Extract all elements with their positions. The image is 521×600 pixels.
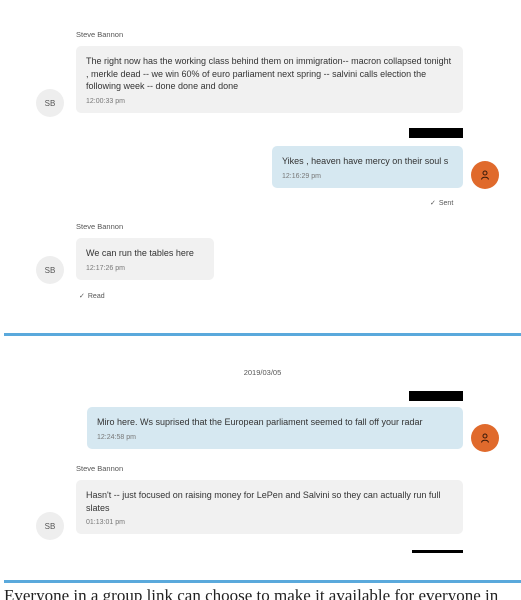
message-time: 12:24:58 pm: [97, 433, 136, 441]
sender-name: Steve Bannon: [76, 222, 124, 231]
message-text: The right now has the working class behi…: [86, 56, 452, 91]
status-sent: ✓ Sent: [430, 199, 454, 208]
message-bubble-incoming[interactable]: The right now has the working class behi…: [76, 46, 463, 113]
message-text: Yikes , heaven have mercy on their soul …: [282, 156, 449, 166]
avatar-initials: SB: [44, 521, 56, 531]
person-icon: [481, 170, 489, 180]
message-bubble-incoming[interactable]: Hasn't -- just focused on raising money …: [76, 480, 463, 534]
divider: [4, 580, 521, 583]
avatar-initials: SB: [44, 265, 56, 275]
avatar-sb[interactable]: SB: [36, 256, 64, 284]
redaction-bar: [412, 550, 463, 553]
redaction-bar: [409, 391, 463, 401]
message-bubble-outgoing[interactable]: Miro here. Ws suprised that the European…: [87, 407, 463, 449]
avatar-me[interactable]: [471, 161, 499, 189]
status-read: ✓ Read: [79, 292, 105, 301]
message-time: 12:00:33 pm: [86, 97, 125, 105]
chat-panel-1: Steve Bannon The right now has the worki…: [4, 0, 521, 333]
avatar-sb[interactable]: SB: [36, 512, 64, 540]
check-icon: ✓: [430, 200, 436, 207]
avatar-initials: SB: [44, 98, 56, 108]
message-bubble-outgoing[interactable]: Yikes , heaven have mercy on their soul …: [272, 146, 463, 188]
person-icon: [481, 433, 489, 443]
check-icon: ✓: [79, 293, 85, 300]
message-text: Hasn't -- just focused on raising money …: [86, 490, 441, 513]
message-text: We can run the tables here: [86, 248, 194, 258]
sender-name: Steve Bannon: [76, 464, 124, 473]
avatar-me[interactable]: [471, 424, 499, 452]
status-label: Read: [87, 292, 105, 300]
message-time: 12:17:26 pm: [86, 264, 125, 272]
message-time: 01:13:01 pm: [86, 519, 125, 526]
date-separator: 2019/03/05: [243, 368, 282, 377]
chat-panel-2: 2019/03/05 Miro here. Ws suprised that t…: [4, 338, 521, 583]
status-label: Sent: [438, 199, 454, 207]
message-bubble-incoming[interactable]: We can run the tables here 12:17:26 pm: [76, 238, 214, 280]
avatar-sb[interactable]: SB: [36, 89, 64, 117]
redaction-bar: [409, 128, 463, 138]
sender-name: Steve Bannon: [76, 30, 124, 39]
divider: [4, 333, 521, 336]
message-time: 12:16:29 pm: [282, 172, 321, 180]
message-text: Miro here. Ws suprised that the European…: [97, 417, 423, 427]
footer-text: Everyone in a group link can choose to m…: [4, 586, 499, 600]
